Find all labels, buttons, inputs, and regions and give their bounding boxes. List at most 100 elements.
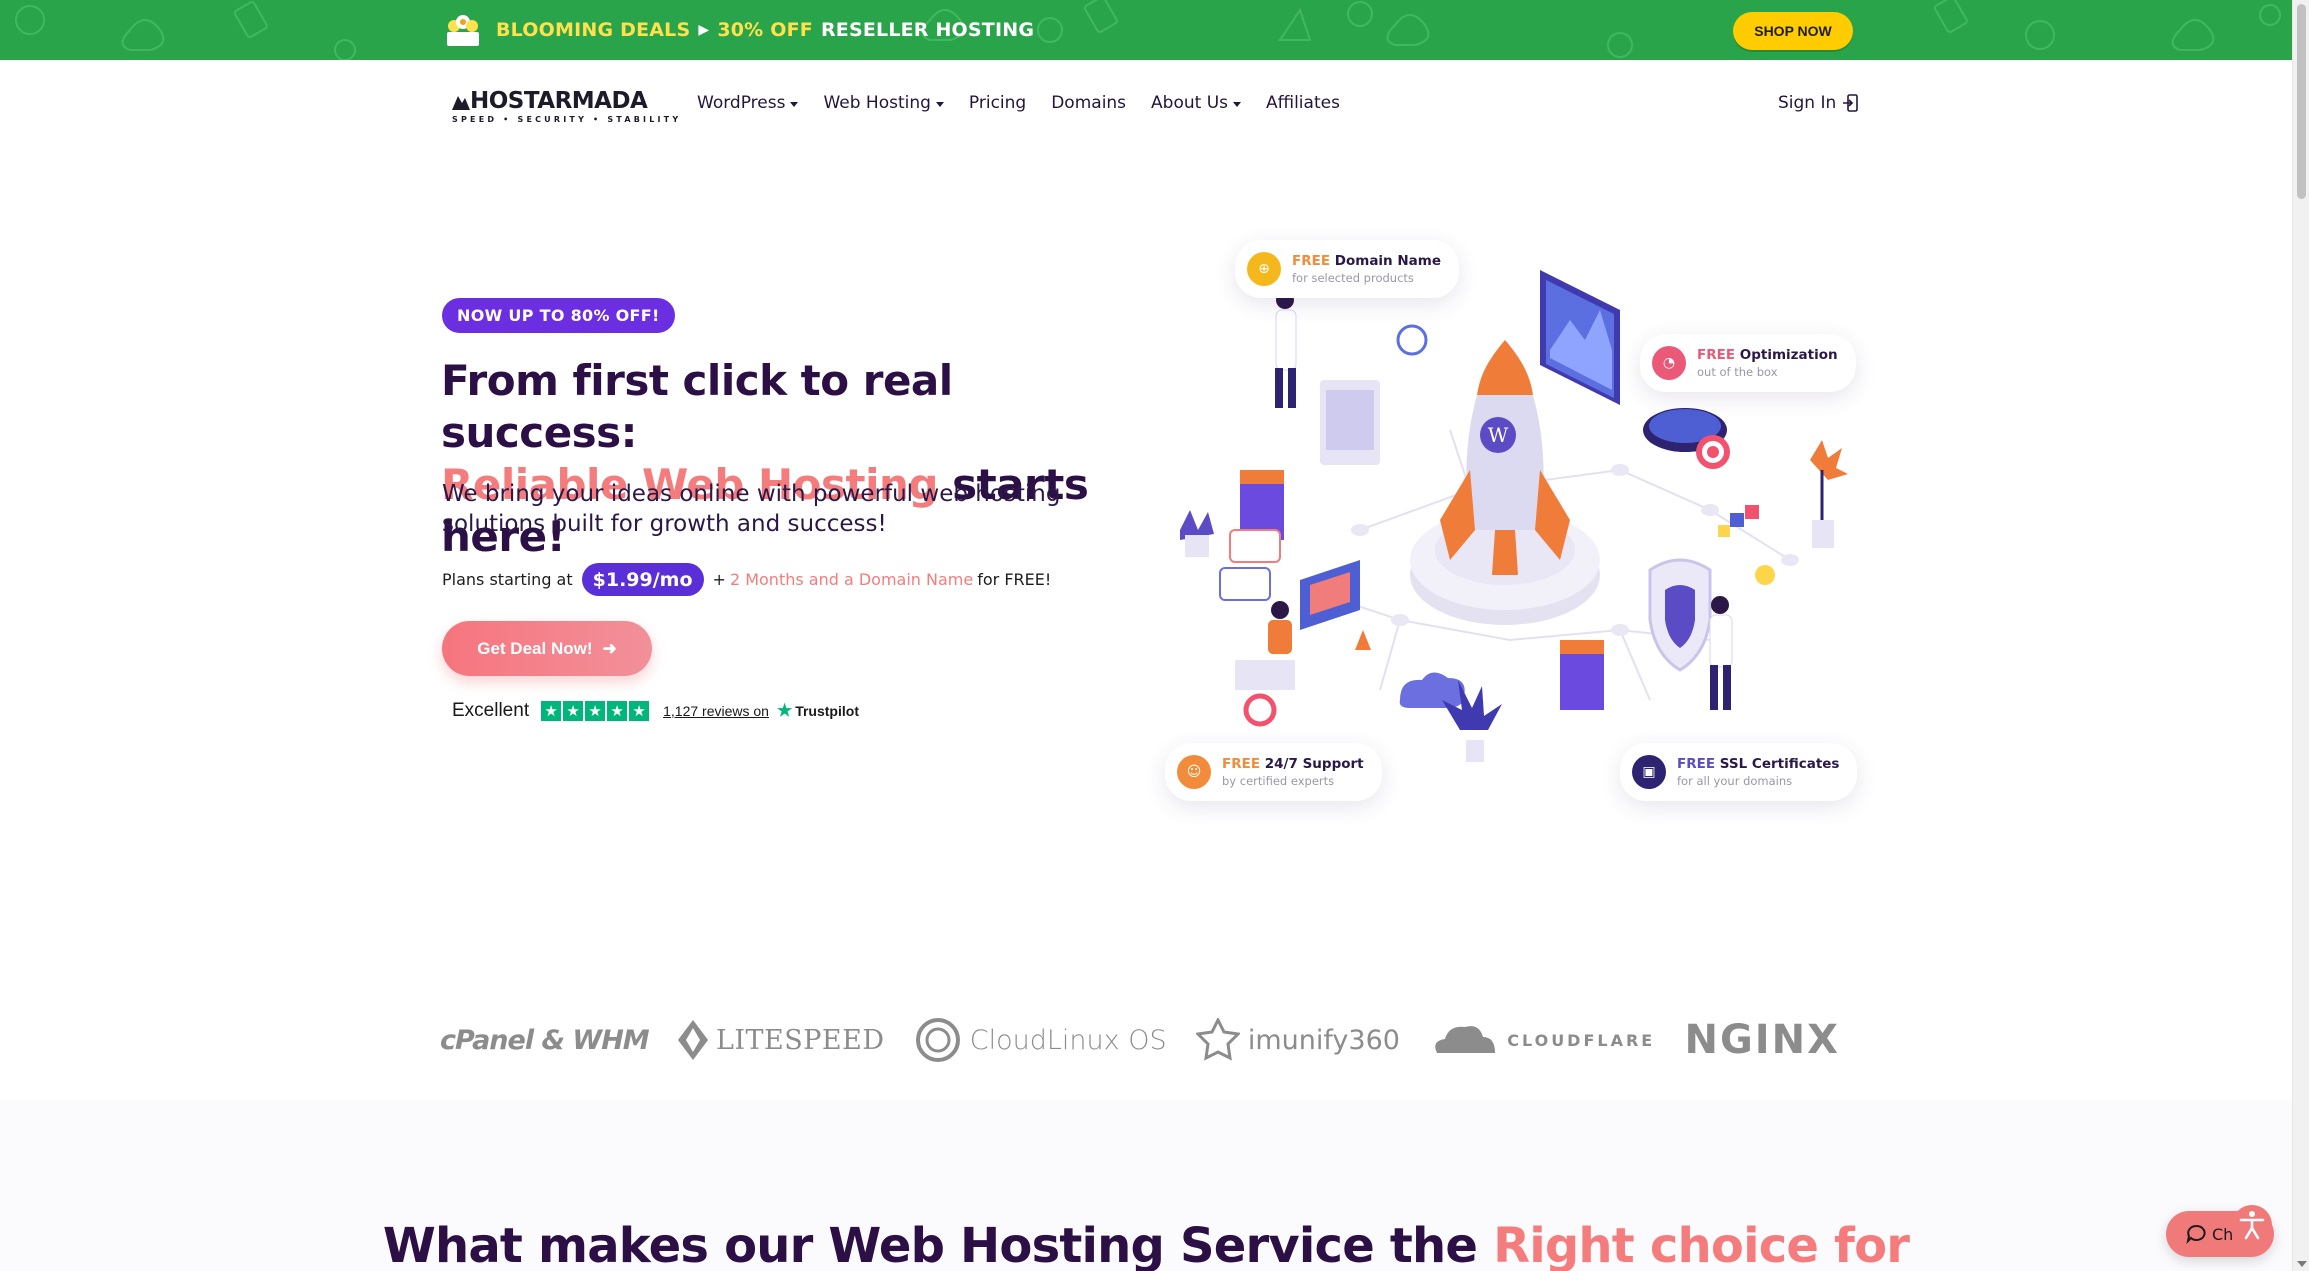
shop-now-button[interactable]: SHOP NOW (1733, 12, 1853, 50)
litespeed-label: LITESPEED (715, 1024, 885, 1056)
imunify-label: imunify360 (1247, 1024, 1400, 1056)
section-heading-accent: Right choice for (1493, 1218, 1910, 1271)
chat-bubble-icon (2186, 1224, 2206, 1244)
promo-arrow-icon: ▶ (698, 22, 710, 38)
scroll-down-icon[interactable] (2297, 1261, 2307, 1267)
feature-subtitle: for selected products (1292, 271, 1414, 285)
nav-item-label: Domains (1051, 93, 1127, 113)
feature-title: Domain Name (1334, 253, 1441, 269)
support-icon: ☺ (1177, 755, 1211, 789)
plans-plus: + (712, 570, 726, 589)
feature-subtitle: out of the box (1697, 365, 1778, 379)
feature-card-ssl: ▣ FREE SSL Certificates for all your dom… (1620, 743, 1858, 801)
hero-illustration: W ⊕ FREE Domain Name for selected produc… (1150, 230, 1870, 820)
nav-item-label: WordPress (697, 93, 786, 113)
caret-down-icon (935, 102, 944, 107)
section-heading-main: What makes our Web Hosting Service the (382, 1218, 1494, 1271)
chat-label: Ch (2212, 1224, 2234, 1244)
cloudlinux-logo: CloudLinux OS (914, 1016, 1167, 1064)
trustpilot-brand: ★ Trustpilot (777, 701, 859, 721)
nav-item-web-hosting[interactable]: Web Hosting (823, 93, 944, 113)
feature-title: SSL Certificates (1719, 756, 1840, 772)
plans-prefix: Plans starting at (442, 570, 573, 589)
nav-item-wordpress[interactable]: WordPress (697, 93, 799, 113)
nginx-logo: NGINX (1684, 1017, 1840, 1063)
cloudlinux-icon (915, 1018, 960, 1062)
hostarmada-logo[interactable]: HOSTARMADA SPEED • SECURITY • STABILITY (450, 88, 678, 130)
nav-item-affiliates[interactable]: Affiliates (1266, 93, 1340, 113)
section-heading: What makes our Web Hosting Service the R… (0, 1218, 2292, 1271)
globe-icon: ⊕ (1247, 252, 1281, 286)
promo-discount: 30% OFF (717, 19, 813, 41)
caret-down-icon (1233, 102, 1242, 107)
arrow-right-icon: ➜ (602, 638, 617, 658)
trustpilot-rating-word: Excellent (452, 700, 530, 721)
page-scrollbar[interactable] (2292, 0, 2309, 1271)
feature-title: 24/7 Support (1264, 756, 1364, 772)
imunify-logo: imunify360 (1195, 1018, 1400, 1062)
feature-subtitle: for all your domains (1677, 774, 1793, 788)
trustpilot-stars: ★ ★ ★ ★ ★ (541, 701, 650, 721)
litespeed-logo: LITESPEED (677, 1020, 885, 1060)
nav-menu: WordPress Web Hosting Pricing Domains Ab… (697, 93, 1365, 113)
nav-item-about-us[interactable]: About Us (1151, 93, 1242, 113)
svg-text:W: W (1488, 423, 1509, 447)
promo-product: RESELLER HOSTING (820, 19, 1035, 41)
main-navigation: HOSTARMADA SPEED • SECURITY • STABILITY … (0, 60, 2292, 150)
feature-free-label: FREE (1697, 347, 1736, 363)
discount-badge: NOW UP TO 80% OFF! (442, 298, 675, 333)
trustpilot-brand-label: Trustpilot (795, 703, 859, 719)
nav-item-domains[interactable]: Domains (1051, 93, 1126, 113)
feature-title: Optimization (1739, 347, 1838, 363)
logo-tagline: SPEED • SECURITY • STABILITY (452, 115, 682, 124)
sign-in-icon (1843, 94, 1859, 112)
hero-subtitle: We bring your ideas online with powerful… (442, 481, 1061, 537)
litespeed-icon (677, 1020, 708, 1060)
trustpilot-star-icon: ★ (776, 701, 793, 720)
certificate-icon: ▣ (1632, 755, 1666, 789)
nav-item-label: Affiliates (1266, 93, 1340, 113)
speedometer-icon: ◔ (1652, 346, 1686, 380)
cpanel-label: cPanel & WHM (440, 1024, 650, 1056)
cloudflare-logo: CLOUDFLARE (1429, 1023, 1655, 1057)
cpanel-logo: cPanel & WHM (440, 1024, 650, 1056)
nav-item-pricing[interactable]: Pricing (969, 93, 1026, 113)
cloudflare-label: CLOUDFLARE (1507, 1030, 1656, 1050)
feature-subtitle: by certified experts (1222, 774, 1335, 788)
imunify-icon (1195, 1018, 1240, 1061)
feature-card-support: ☺ FREE 24/7 Support by certified experts (1165, 743, 1382, 801)
caret-down-icon (790, 102, 799, 107)
get-deal-label: Get Deal Now! (477, 638, 593, 658)
logo-wordmark: HOSTARMADA (470, 88, 648, 114)
star-icon: ★ (563, 701, 584, 721)
feature-card-optimization: ◔ FREE Optimization out of the box (1640, 334, 1856, 392)
cloudflare-cloud-icon (1435, 1026, 1496, 1053)
headline-line1: From first click to real success: (441, 356, 953, 457)
price-pill: $1.99/mo (581, 563, 704, 596)
trustpilot-widget[interactable]: Excellent ★ ★ ★ ★ ★ 1,127 reviews on ★ T… (452, 700, 859, 722)
plans-line: Plans starting at $1.99/mo + 2 Months an… (442, 563, 1051, 596)
feature-card-domain: ⊕ FREE Domain Name for selected products (1235, 240, 1459, 298)
feature-free-label: FREE (1222, 756, 1261, 772)
get-deal-button[interactable]: Get Deal Now! ➜ (442, 621, 652, 676)
cloudlinux-label: CloudLinux OS (969, 1024, 1167, 1056)
accessibility-button[interactable] (2232, 1205, 2272, 1245)
feature-free-label: FREE (1677, 756, 1716, 772)
promo-banner[interactable]: BLOOMING DEALS ▶ 30% OFF RESELLER HOSTIN… (0, 0, 2292, 60)
logo-mark-icon (452, 96, 470, 110)
promo-deal-label: BLOOMING DEALS (496, 19, 691, 41)
nav-item-label: Pricing (968, 93, 1027, 113)
trustpilot-reviews-link[interactable]: 1,127 reviews on (663, 703, 769, 719)
nav-item-label: Web Hosting (823, 93, 931, 113)
sign-in-link[interactable]: Sign In (1778, 93, 1859, 113)
nginx-label: NGINX (1684, 1017, 1840, 1063)
star-icon: ★ (629, 701, 650, 721)
scrollbar-thumb[interactable] (2297, 4, 2306, 199)
accessibility-icon (2239, 1211, 2265, 1240)
star-icon: ★ (585, 701, 606, 721)
star-icon: ★ (541, 701, 562, 721)
star-icon: ★ (607, 701, 628, 721)
promo-pattern (15, 0, 2281, 60)
rocket-isometric-illustration: W (1180, 270, 1848, 762)
plans-bonus: 2 Months and a Domain Name (729, 570, 974, 589)
